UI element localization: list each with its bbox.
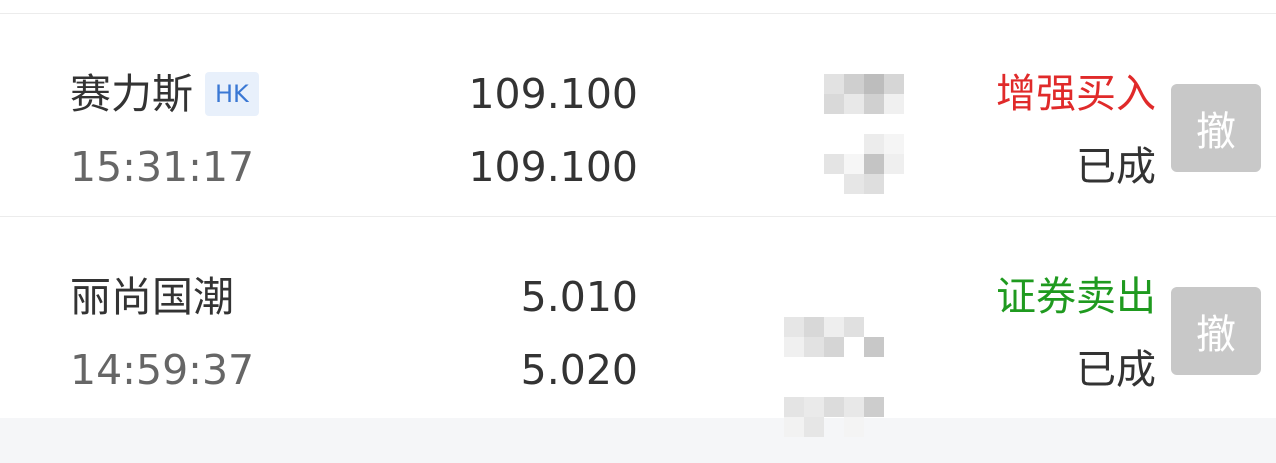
cancel-order-button[interactable]: 撤 <box>1171 84 1261 172</box>
order-list: 赛力斯 HK 15:31:17 109.100 109.100 增强买入 已成 … <box>0 0 1276 437</box>
stock-name: 丽尚国潮 <box>70 269 234 325</box>
cancel-order-button[interactable]: 撤 <box>1171 287 1261 375</box>
fill-price: 109.100 <box>468 143 638 191</box>
order-price: 109.100 <box>468 70 638 118</box>
order-row[interactable]: 丽尚国潮 14:59:37 5.010 5.020 证券卖出 已成 撤 <box>0 217 1276 437</box>
order-time: 14:59:37 <box>70 346 255 394</box>
redacted-quantity <box>820 72 906 198</box>
order-price: 5.010 <box>520 273 638 321</box>
fill-price: 5.020 <box>520 346 638 394</box>
stock-name-text: 丽尚国潮 <box>70 273 234 321</box>
order-type: 增强买入 <box>996 71 1156 117</box>
redacted-quantity <box>784 275 884 437</box>
stock-name: 赛力斯 HK <box>70 66 259 122</box>
stock-name-text: 赛力斯 <box>70 70 193 118</box>
order-status: 已成 <box>1076 144 1156 190</box>
order-row[interactable]: 赛力斯 HK 15:31:17 109.100 109.100 增强买入 已成 … <box>0 14 1276 216</box>
order-status: 已成 <box>1076 347 1156 393</box>
market-tag: HK <box>205 72 259 116</box>
order-time: 15:31:17 <box>70 143 255 191</box>
order-type: 证券卖出 <box>996 274 1156 320</box>
